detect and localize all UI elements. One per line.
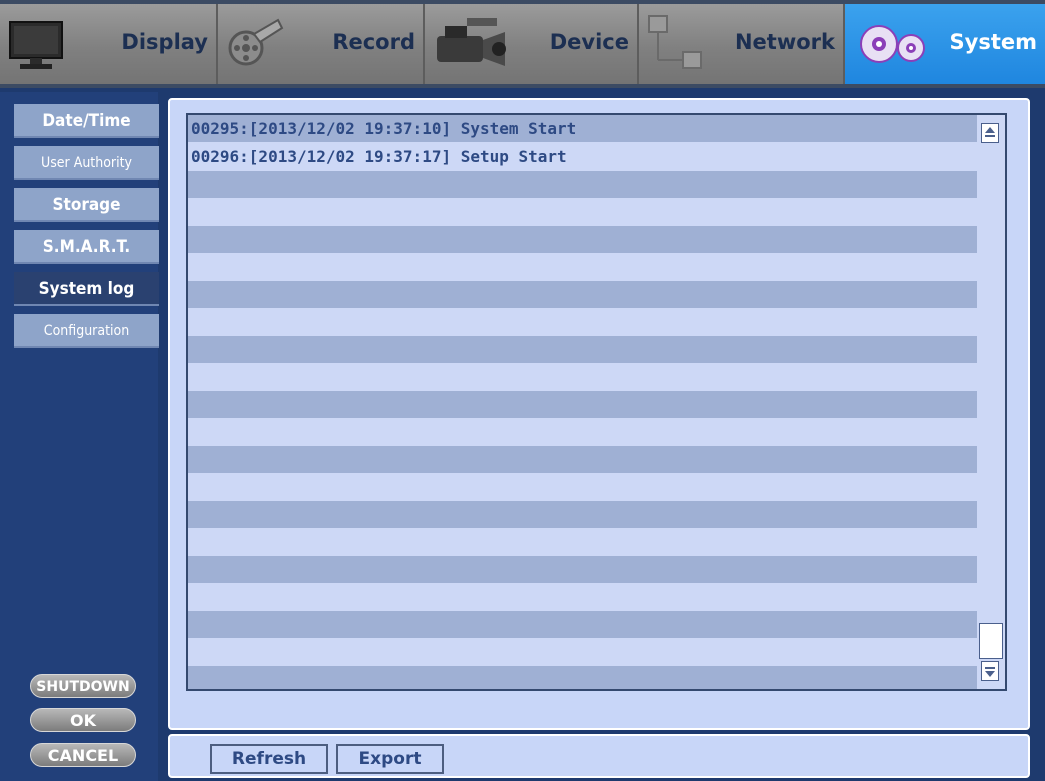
sidebar-item-smart[interactable]: S.M.A.R.T. bbox=[14, 230, 159, 264]
sidebar-item-user-authority[interactable]: User Authority bbox=[14, 146, 159, 180]
tab-device-label: Device bbox=[549, 30, 629, 54]
sidebar-item-configuration[interactable]: Configuration bbox=[14, 314, 159, 348]
shutdown-button[interactable]: SHUTDOWN bbox=[30, 674, 136, 698]
tab-record[interactable]: Record bbox=[218, 4, 425, 84]
ok-button[interactable]: OK bbox=[30, 708, 136, 732]
tab-system-label: System bbox=[949, 30, 1037, 54]
gears-icon bbox=[851, 12, 935, 78]
arrow-down-icon bbox=[985, 667, 995, 677]
tab-system[interactable]: System bbox=[845, 4, 1045, 84]
film-reel-icon bbox=[224, 12, 286, 78]
refresh-button[interactable]: Refresh bbox=[210, 744, 328, 774]
tab-network-label: Network bbox=[734, 30, 835, 54]
scroll-down-button[interactable] bbox=[981, 661, 999, 681]
log-entry: 00295:[2013/12/02 19:37:10] System Start bbox=[191, 119, 577, 138]
log-row bbox=[188, 336, 977, 363]
scrollbar[interactable] bbox=[977, 115, 1005, 689]
camcorder-icon bbox=[431, 12, 511, 78]
scroll-thumb[interactable] bbox=[979, 623, 1003, 659]
sidebar-item-date-time[interactable]: Date/Time bbox=[14, 104, 159, 138]
monitor-icon bbox=[6, 12, 66, 78]
network-icon bbox=[645, 12, 709, 78]
export-button[interactable]: Export bbox=[336, 744, 444, 774]
tab-device[interactable]: Device bbox=[425, 4, 639, 84]
sidebar-item-system-log[interactable]: System log bbox=[14, 272, 159, 306]
arrow-up-icon bbox=[985, 127, 995, 137]
log-row bbox=[188, 666, 977, 689]
log-entry: 00296:[2013/12/02 19:37:17] Setup Start bbox=[191, 147, 567, 166]
system-log-list[interactable]: 00295:[2013/12/02 19:37:10] System Start… bbox=[186, 113, 1007, 691]
log-row bbox=[188, 501, 977, 528]
scroll-up-button[interactable] bbox=[981, 123, 999, 143]
log-row bbox=[188, 391, 977, 418]
tab-display[interactable]: Display bbox=[0, 4, 218, 84]
tab-record-label: Record bbox=[332, 30, 415, 54]
top-tab-bar: Display Record Device Network System bbox=[0, 0, 1045, 88]
log-row bbox=[188, 446, 977, 473]
log-row bbox=[188, 556, 977, 583]
tab-network[interactable]: Network bbox=[639, 4, 845, 84]
tab-display-label: Display bbox=[121, 30, 208, 54]
log-row bbox=[188, 281, 977, 308]
log-row bbox=[188, 226, 977, 253]
log-row bbox=[188, 611, 977, 638]
log-row bbox=[188, 171, 977, 198]
cancel-button[interactable]: CANCEL bbox=[30, 743, 136, 767]
sidebar-item-storage[interactable]: Storage bbox=[14, 188, 159, 222]
sidebar: Date/Time User Authority Storage S.M.A.R… bbox=[0, 92, 159, 781]
